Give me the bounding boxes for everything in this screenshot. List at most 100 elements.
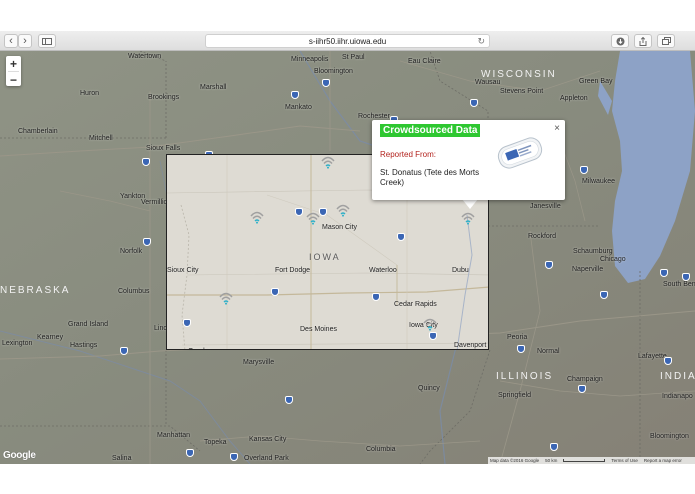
sensor-wifi-icon[interactable] <box>335 203 351 217</box>
tabs-icon <box>661 37 671 45</box>
sensor-wifi-icon[interactable] <box>422 317 438 331</box>
city-label: Mankato <box>285 104 312 111</box>
sensor-wifi-icon[interactable] <box>218 291 234 305</box>
city-label: Springfield <box>498 392 532 399</box>
highway-shield <box>664 357 672 365</box>
city-label: Eau Claire <box>408 58 441 65</box>
region-label-nebraska: NEBRASKA <box>0 285 71 296</box>
zoom-controls: + − <box>6 56 21 87</box>
forward-button[interactable]: › <box>18 34 32 48</box>
city-label: Mitchell <box>89 135 113 142</box>
city-label: Normal <box>537 348 560 355</box>
city-label: Overland Park <box>244 455 289 462</box>
city-label: Indianapo <box>662 393 693 400</box>
google-logo: Google <box>3 450 36 461</box>
city-label: Champaign <box>567 376 603 383</box>
highway-shield <box>580 166 588 174</box>
highway-shield <box>470 99 478 107</box>
city-label: Dubu <box>452 267 469 274</box>
city-label: Schaumburg <box>573 248 613 255</box>
zoom-out-button[interactable]: − <box>6 72 21 87</box>
highway-shield <box>660 269 668 277</box>
highway-shield <box>322 79 330 87</box>
highway-shield <box>578 385 586 393</box>
city-label: Rochester <box>358 113 390 120</box>
reload-icon[interactable]: ↻ <box>477 36 485 47</box>
city-label: Bloomington <box>314 68 353 75</box>
tabs-button[interactable] <box>657 34 675 48</box>
highway-shield <box>271 288 279 296</box>
info-window-title: Crowdsourced Data <box>380 124 481 137</box>
city-label: Topeka <box>204 439 227 446</box>
city-label: Marysville <box>243 359 275 366</box>
highway-shield <box>429 332 437 340</box>
highway-shield <box>142 158 150 166</box>
download-icon <box>616 37 624 45</box>
city-label: Wausau <box>475 79 501 86</box>
highway-shield <box>550 443 558 451</box>
sensor-wifi-icon-selected[interactable] <box>460 211 476 225</box>
state-label-iowa: IOWA <box>309 252 341 262</box>
highway-shield <box>545 261 553 269</box>
city-label: Minneapolis <box>291 56 329 63</box>
city-label: Marshall <box>200 84 227 91</box>
url-text: s-iihr50.iihr.uiowa.edu <box>308 36 387 46</box>
city-label: Lafayette <box>638 353 667 360</box>
city-label: Kansas City <box>249 436 287 443</box>
sidebar-button[interactable] <box>38 34 56 48</box>
city-label: Bloomington <box>650 433 689 440</box>
highway-shield <box>143 238 151 246</box>
city-label: Chicago <box>600 256 626 263</box>
city-label: Janesville <box>530 203 561 210</box>
reported-location: St. Donatus (Tete des Morts Creek) <box>380 168 480 187</box>
city-label: Des Moines <box>300 326 337 333</box>
chevron-right-icon: › <box>23 35 27 47</box>
scale-bar <box>563 459 606 462</box>
city-label: St Paul <box>342 54 365 61</box>
highway-shield <box>285 396 293 404</box>
city-label: Salina <box>112 455 132 462</box>
zoom-in-button[interactable]: + <box>6 56 21 71</box>
close-button[interactable]: × <box>554 123 560 134</box>
sensor-device-image <box>497 137 543 169</box>
city-label: Rockford <box>528 233 557 240</box>
highway-shield <box>517 345 525 353</box>
region-label-illinois: ILLINOIS <box>496 371 554 382</box>
highway-shield <box>682 273 690 281</box>
back-button[interactable]: ‹ <box>4 34 18 48</box>
map-attribution: Map data ©2016 Google 50 km Terms of Use… <box>488 457 695 464</box>
highway-shield <box>120 347 128 355</box>
highway-shield <box>183 319 191 327</box>
city-label: Fort Dodge <box>275 267 311 274</box>
map-view[interactable]: WISCONSIN NEBRASKA ILLINOIS INDIA Watert… <box>0 51 695 464</box>
browser-toolbar: ‹ › s-iihr50.iihr.uiowa.edu ↻ + <box>0 31 695 76</box>
city-label: Appleton <box>560 95 588 102</box>
downloads-button[interactable] <box>611 34 629 48</box>
city-label: Hastings <box>70 342 98 349</box>
share-button[interactable] <box>634 34 652 48</box>
city-label: Green Bay <box>579 78 613 85</box>
report-error-link[interactable]: Report a map error <box>644 458 682 463</box>
sensor-wifi-icon[interactable] <box>249 210 265 224</box>
city-label: Peoria <box>507 334 528 341</box>
sensor-wifi-icon[interactable] <box>320 155 336 169</box>
reported-from-label: Reported From: <box>380 150 437 159</box>
city-label: Mason City <box>322 224 358 231</box>
highway-shield <box>372 293 380 301</box>
share-icon <box>639 36 647 46</box>
city-label: Quincy <box>418 385 440 392</box>
city-label: Sioux City <box>167 267 199 274</box>
terms-link[interactable]: Terms of Use <box>611 458 638 463</box>
sidebar-icon <box>42 37 52 45</box>
highway-shield <box>397 233 405 241</box>
city-label: Kearney <box>37 334 64 341</box>
city-label: Davenport <box>454 342 487 349</box>
sensor-wifi-icon[interactable] <box>305 211 321 225</box>
url-bar[interactable]: s-iihr50.iihr.uiowa.edu ↻ <box>205 34 490 48</box>
chevron-left-icon: ‹ <box>9 35 13 47</box>
city-label: Sioux Falls <box>146 145 181 152</box>
city-label: Brookings <box>148 94 180 101</box>
highway-shield <box>600 291 608 299</box>
city-label: Naperville <box>572 266 604 273</box>
region-label-indiana: INDIA <box>660 371 695 382</box>
